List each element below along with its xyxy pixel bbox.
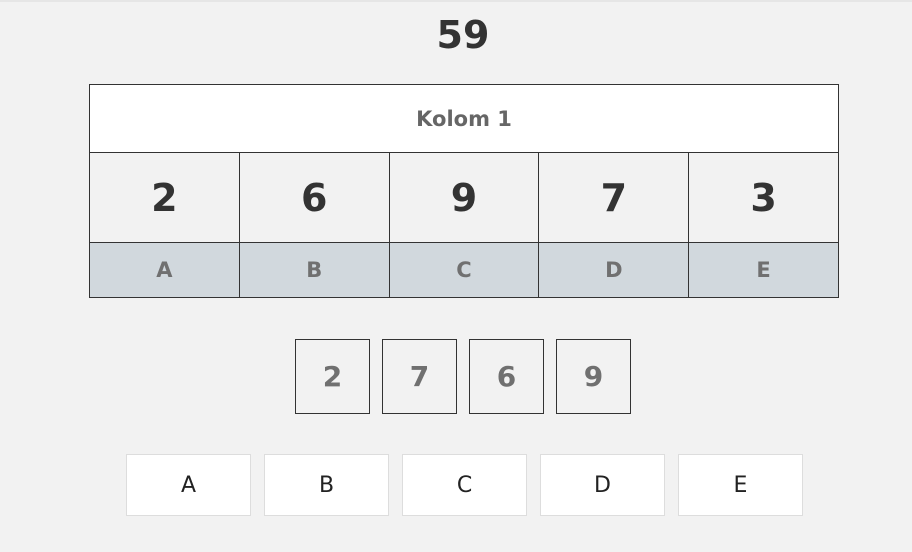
number-tiles: 2 7 6 9 — [295, 339, 631, 414]
label-cell-e: E — [689, 243, 838, 297]
value-row: 2 6 9 7 3 — [90, 153, 838, 243]
value-cell-d: 7 — [539, 153, 690, 243]
answer-buttons: A B C D E — [126, 454, 803, 516]
game-screen: 59 Kolom 1 2 6 9 7 3 A B C D E 2 7 6 9 A… — [0, 0, 912, 552]
number-tile[interactable]: 6 — [469, 339, 544, 414]
number-tile[interactable]: 9 — [556, 339, 631, 414]
value-cell-a: 2 — [90, 153, 240, 243]
answer-button-d[interactable]: D — [540, 454, 665, 516]
number-tile[interactable]: 7 — [382, 339, 457, 414]
label-row: A B C D E — [90, 243, 838, 297]
value-cell-b: 6 — [239, 153, 390, 243]
number-grid: Kolom 1 2 6 9 7 3 A B C D E — [89, 84, 839, 298]
value-cell-e: 3 — [689, 153, 838, 243]
answer-button-c[interactable]: C — [402, 454, 527, 516]
answer-button-a[interactable]: A — [126, 454, 251, 516]
label-cell-c: C — [389, 243, 540, 297]
label-cell-a: A — [90, 243, 240, 297]
label-cell-b: B — [239, 243, 390, 297]
label-cell-d: D — [539, 243, 690, 297]
score-display: 59 — [436, 13, 490, 57]
grid-header: Kolom 1 — [90, 85, 838, 153]
number-tile[interactable]: 2 — [295, 339, 370, 414]
answer-button-b[interactable]: B — [264, 454, 389, 516]
answer-button-e[interactable]: E — [678, 454, 803, 516]
value-cell-c: 9 — [389, 153, 540, 243]
